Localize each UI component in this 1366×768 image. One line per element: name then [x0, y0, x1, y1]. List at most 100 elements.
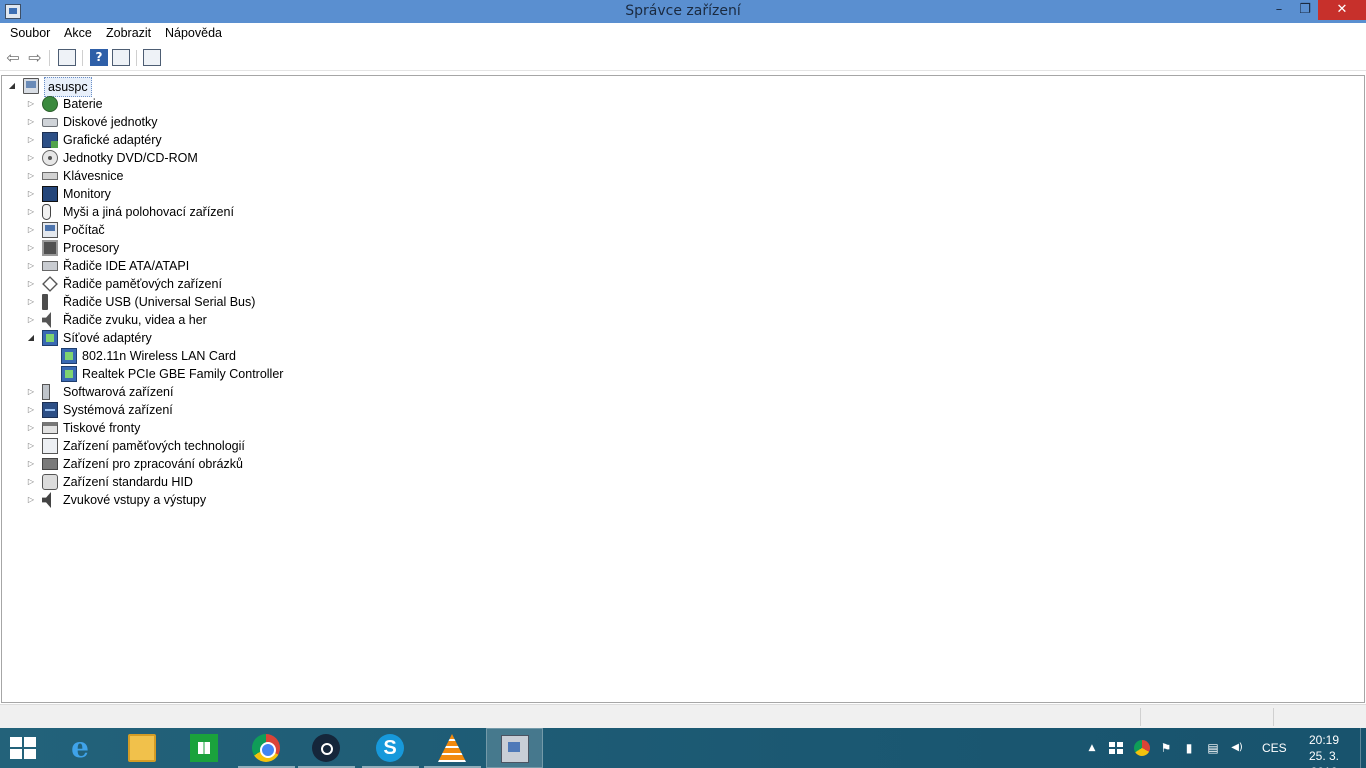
collapse-arrow-icon[interactable]: ◢ [26, 329, 36, 347]
power-icon[interactable]: ▮ [1181, 740, 1197, 756]
expand-arrow-icon[interactable]: ▷ [26, 311, 36, 329]
menu-akce[interactable]: Akce [64, 26, 92, 40]
clock[interactable]: 20:19 25. 3. 2016 [1294, 732, 1354, 768]
tree-node-radice-pametovych-zarizeni[interactable]: ▷ Řadiče paměťových zařízení [2, 275, 1342, 293]
expand-arrow-icon[interactable]: ▷ [26, 203, 36, 221]
tree-node-zarizeni-standardu-hid[interactable]: ▷ Zařízení standardu HID [2, 473, 1342, 491]
show-action-pane-icon[interactable] [112, 49, 130, 66]
expand-arrow-icon[interactable]: ▷ [26, 95, 36, 113]
menu-zobrazit[interactable]: Zobrazit [106, 26, 151, 40]
tree-node-zarizeni-pametovych-technologii[interactable]: ▷ Zařízení paměťových technologií [2, 437, 1342, 455]
tree-node-label: Počítač [63, 223, 105, 237]
tree-node-monitory[interactable]: ▷ Monitory [2, 185, 1342, 203]
tree-node-label: Zvukové vstupy a výstupy [63, 493, 207, 507]
network-adapter-icon [42, 330, 58, 346]
dvd-drive-icon [42, 150, 58, 166]
close-button[interactable]: ✕ [1318, 0, 1366, 20]
network-icon[interactable]: ▤ [1205, 740, 1221, 756]
expand-arrow-icon[interactable]: ▷ [26, 131, 36, 149]
taskbar-file-explorer[interactable] [114, 728, 171, 768]
menu-soubor[interactable]: Soubor [10, 26, 50, 40]
device-tree: ◢ asuspc ▷ Baterie ▷ Diskové jednotky ▷ Grafick… [1, 75, 1365, 703]
show-desktop-button[interactable] [1360, 728, 1366, 768]
show-hidden-icons-chevron-icon[interactable]: ▲ [1084, 740, 1100, 756]
tree-root-node[interactable]: ◢ asuspc [2, 77, 1342, 97]
forward-arrow-icon[interactable]: ⇨ [26, 49, 44, 66]
expand-arrow-icon[interactable]: ▷ [26, 437, 36, 455]
memory-technology-icon [42, 438, 58, 454]
tree-node-label: Grafické adaptéry [63, 133, 162, 147]
display-adapter-icon [42, 132, 58, 148]
expand-arrow-icon[interactable]: ▷ [26, 185, 36, 203]
processor-icon [42, 240, 58, 256]
tree-node-softwarova-zarizeni[interactable]: ▷ Softwarová zařízení [2, 383, 1342, 401]
action-center-flag-icon[interactable]: ⚑ [1158, 740, 1174, 756]
back-arrow-icon[interactable]: ⇦ [4, 49, 22, 66]
vlc-icon [438, 734, 466, 762]
taskbar-chrome[interactable] [238, 728, 295, 768]
expand-arrow-icon[interactable]: ▷ [26, 491, 36, 509]
taskbar-internet-explorer[interactable]: e [52, 728, 109, 768]
start-button[interactable] [10, 737, 38, 761]
tree-node-label: asuspc [44, 77, 92, 97]
tree-node-procesory[interactable]: ▷ Procesory [2, 239, 1342, 257]
expand-arrow-icon[interactable]: ▷ [26, 383, 36, 401]
expand-arrow-icon[interactable]: ▷ [26, 419, 36, 437]
file-explorer-icon [128, 734, 156, 762]
taskbar-vlc[interactable] [424, 728, 481, 768]
status-divider [1140, 708, 1141, 726]
menu-napoveda[interactable]: Nápověda [165, 26, 222, 40]
expand-arrow-icon[interactable]: ▷ [26, 401, 36, 419]
expand-arrow-icon[interactable]: ▷ [26, 473, 36, 491]
tree-node-mysi-a-jina-polohovaci-zarizeni[interactable]: ▷ Myši a jiná polohovací zařízení [2, 203, 1342, 221]
expand-arrow-icon[interactable]: ▷ [26, 113, 36, 131]
tree-node-graficke-adaptery[interactable]: ▷ Grafické adaptéry [2, 131, 1342, 149]
tree-node-label: Řadiče IDE ATA/ATAPI [63, 259, 190, 273]
tree-node-diskove-jednotky[interactable]: ▷ Diskové jednotky [2, 113, 1342, 131]
taskbar-device-manager[interactable] [486, 728, 543, 768]
mouse-icon [42, 204, 51, 220]
expand-arrow-icon[interactable]: ▷ [26, 275, 36, 293]
collapse-arrow-icon[interactable]: ◢ [7, 77, 17, 95]
tree-node-tiskove-fronty[interactable]: ▷ Tiskové fronty [2, 419, 1342, 437]
tree-node-realtek-pcie-gbe-family-controller[interactable]: Realtek PCIe GBE Family Controller [2, 365, 1342, 383]
system-device-icon [42, 402, 58, 418]
expand-arrow-icon[interactable]: ▷ [26, 239, 36, 257]
expand-arrow-icon[interactable]: ▷ [26, 221, 36, 239]
show-hide-console-tree-icon[interactable] [58, 49, 76, 66]
minimize-button[interactable]: – [1266, 0, 1292, 20]
tree-node-klavesnice[interactable]: ▷ Klávesnice [2, 167, 1342, 185]
tree-node-zarizeni-pro-zpracovani-obrazku[interactable]: ▷ Zařízení pro zpracování obrázků [2, 455, 1342, 473]
expand-arrow-icon[interactable]: ▷ [26, 293, 36, 311]
taskbar-store[interactable] [176, 728, 233, 768]
tree-node-zvukove-vstupy-a-vystupy[interactable]: ▷ Zvukové vstupy a výstupy [2, 491, 1342, 509]
volume-icon[interactable]: ◀) [1229, 740, 1245, 756]
language-indicator[interactable]: CES [1262, 741, 1287, 755]
expand-arrow-icon[interactable]: ▷ [26, 167, 36, 185]
tree-node-radice-zvuku-videa-a-her[interactable]: ▷ Řadiče zvuku, videa a her [2, 311, 1342, 329]
tree-node-radice-usb-universal-serial-bus[interactable]: ▷ Řadiče USB (Universal Serial Bus) [2, 293, 1342, 311]
tree-node-802-11n-wireless-lan-card[interactable]: 802.11n Wireless LAN Card [2, 347, 1342, 365]
chrome-tray-icon[interactable] [1134, 740, 1150, 756]
scan-hardware-changes-icon[interactable] [143, 49, 161, 66]
window-title: Správce zařízení [625, 3, 741, 19]
windows-logo-icon [24, 737, 36, 747]
taskbar-skype[interactable]: S [362, 728, 419, 768]
expand-arrow-icon[interactable]: ▷ [26, 455, 36, 473]
expand-arrow-icon[interactable]: ▷ [26, 149, 36, 167]
tree-node-systemova-zarizeni[interactable]: ▷ Systémová zařízení [2, 401, 1342, 419]
taskbar-steam[interactable] [298, 728, 355, 768]
help-icon[interactable]: ? [90, 49, 108, 66]
tree-node-baterie[interactable]: ▷ Baterie [2, 95, 1342, 113]
tree-node-sitove-adaptery[interactable]: ◢ Síťové adaptéry [2, 329, 1342, 347]
expand-arrow-icon[interactable]: ▷ [26, 257, 36, 275]
windows-tray-icon[interactable] [1108, 740, 1124, 756]
tree-node-label: Síťové adaptéry [63, 331, 152, 345]
restore-button[interactable]: ❐ [1292, 0, 1318, 20]
tree-node-jednotky-dvd-cd-rom[interactable]: ▷ Jednotky DVD/CD-ROM [2, 149, 1342, 167]
tree-node-radice-ide-ata-atapi[interactable]: ▷ Řadiče IDE ATA/ATAPI [2, 257, 1342, 275]
audio-io-icon [42, 492, 51, 508]
tree-node-label: Zařízení pro zpracování obrázků [63, 457, 243, 471]
tree-node-pocitac[interactable]: ▷ Počítač [2, 221, 1342, 239]
tree-node-label: Diskové jednotky [63, 115, 158, 129]
